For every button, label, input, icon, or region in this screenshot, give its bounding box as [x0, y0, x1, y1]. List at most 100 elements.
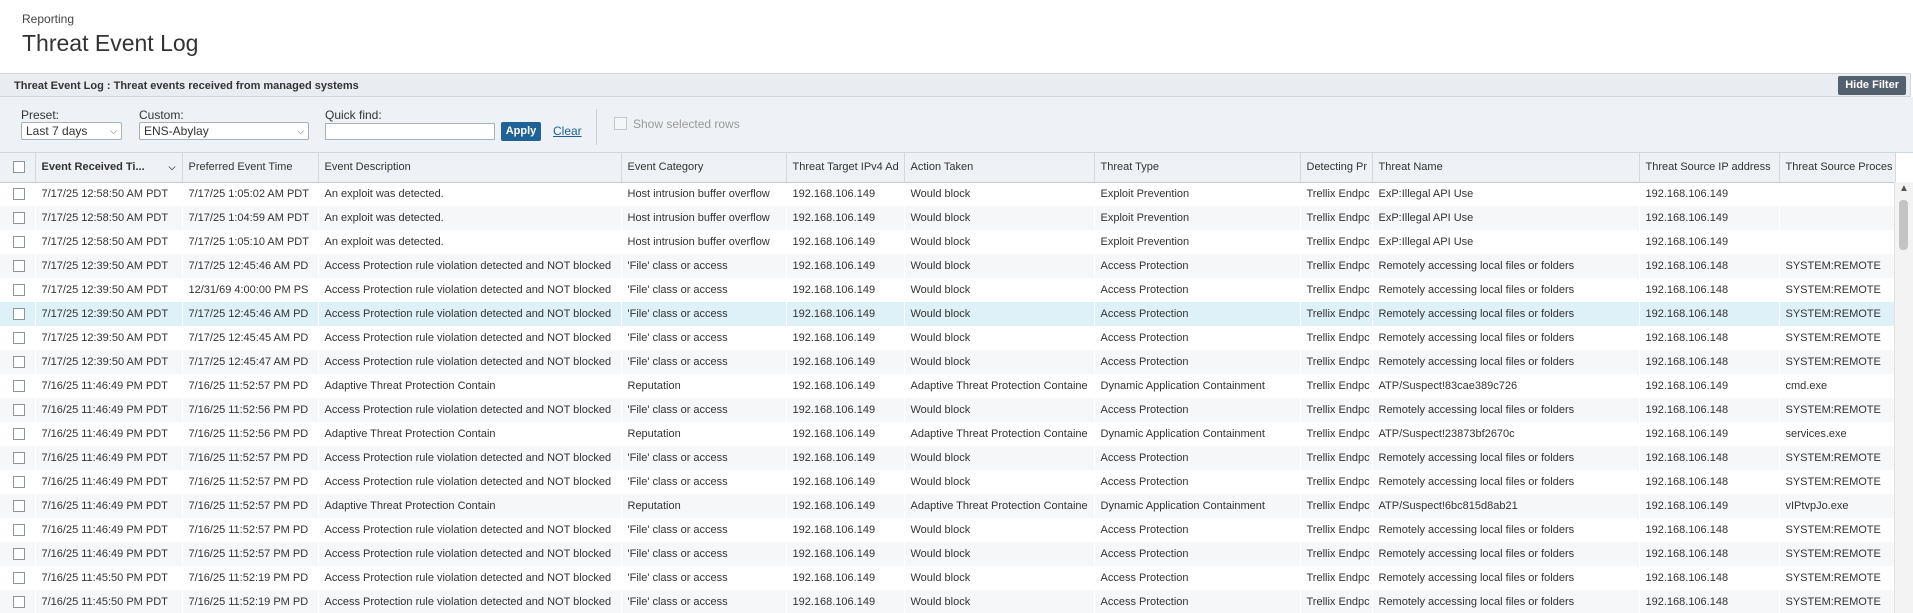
table-row[interactable]: 7/16/25 11:46:49 PM PDT 7/16/25 11:52:56 … — [0, 422, 1895, 446]
table-cell: Access Protection — [1094, 566, 1300, 590]
divider — [596, 109, 597, 145]
row-select-cell[interactable] — [0, 278, 35, 302]
column-header[interactable]: Threat Source Proces — [1779, 153, 1896, 183]
row-select-cell[interactable] — [0, 566, 35, 590]
table-row[interactable]: 7/16/25 11:46:49 PM PDT 7/16/25 11:52:57 … — [0, 542, 1895, 566]
row-checkbox[interactable] — [13, 284, 25, 297]
table-row[interactable]: 7/16/25 11:46:49 PM PDT 7/16/25 11:52:57 … — [0, 518, 1895, 542]
table-row[interactable]: 7/17/25 12:58:50 AM PDT 7/17/25 1:04:59 A… — [0, 206, 1895, 230]
show-selected-checkbox[interactable] — [614, 117, 627, 130]
custom-select[interactable]: ENS-Abylay ⌵ — [139, 122, 309, 140]
table-row[interactable]: 7/16/25 11:46:49 PM PDT 7/16/25 11:52:56 … — [0, 398, 1895, 422]
column-header[interactable]: Preferred Event Time — [182, 153, 319, 183]
table-row[interactable]: 7/17/25 12:39:50 AM PDT 7/17/25 12:45:46 … — [0, 254, 1895, 278]
column-header[interactable]: Action Taken — [904, 153, 1095, 183]
table-cell: 192.168.106.149 — [1639, 182, 1779, 206]
table-cell: Adaptive Threat Protection Contain — [318, 374, 621, 398]
show-selected-rows[interactable]: Show selected rows — [614, 117, 740, 131]
row-checkbox[interactable] — [13, 380, 25, 393]
row-checkbox[interactable] — [13, 260, 25, 273]
table-cell: ATP/Suspect!83cae389c726 — [1372, 374, 1639, 398]
row-select-cell[interactable] — [0, 446, 35, 470]
select-all-checkbox[interactable] — [13, 161, 25, 174]
row-select-cell[interactable] — [0, 254, 35, 278]
row-checkbox[interactable] — [13, 236, 25, 249]
table-cell: Access Protection rule violation detecte… — [318, 254, 621, 278]
table-cell: Access Protection rule violation detecte… — [318, 350, 621, 374]
table-cell: Access Protection rule violation detecte… — [318, 302, 621, 326]
arrow-up-icon[interactable]: ▲ — [1899, 183, 1909, 194]
row-select-cell[interactable] — [0, 302, 35, 326]
table-cell: Access Protection — [1094, 398, 1300, 422]
table-cell: 7/17/25 1:05:10 AM PDT — [182, 230, 318, 254]
table-row[interactable]: 7/17/25 12:39:50 AM PDT 7/17/25 12:45:47 … — [0, 350, 1895, 374]
row-checkbox[interactable] — [13, 524, 25, 537]
row-checkbox[interactable] — [13, 212, 25, 225]
table-row[interactable]: 7/17/25 12:39:50 AM PDT 7/17/25 12:45:45 … — [0, 326, 1895, 350]
row-select-cell[interactable] — [0, 350, 35, 374]
row-select-cell[interactable] — [0, 494, 35, 518]
quickfind-input[interactable] — [325, 123, 495, 140]
table-row[interactable]: 7/16/25 11:46:49 PM PDT 7/16/25 11:52:57 … — [0, 374, 1895, 398]
table-cell: 192.168.106.148 — [1639, 590, 1779, 613]
row-checkbox[interactable] — [13, 428, 25, 441]
row-select-cell[interactable] — [0, 326, 35, 350]
table-cell: 7/16/25 11:45:50 PM PDT — [35, 590, 182, 613]
table-cell: Reputation — [621, 422, 786, 446]
column-header[interactable]: Threat Source IP address — [1639, 153, 1780, 183]
row-select-cell[interactable] — [0, 470, 35, 494]
row-select-cell[interactable] — [0, 542, 35, 566]
row-checkbox[interactable] — [13, 188, 25, 201]
scroll-thumb[interactable] — [1899, 200, 1908, 250]
table-cell: Remotely accessing local files or folder… — [1372, 518, 1639, 542]
table-row[interactable]: 7/16/25 11:46:49 PM PDT 7/16/25 11:52:57 … — [0, 446, 1895, 470]
row-select-cell[interactable] — [0, 398, 35, 422]
table-row[interactable]: 7/16/25 11:46:49 PM PDT 7/16/25 11:52:57 … — [0, 494, 1895, 518]
preset-select[interactable]: Last 7 days ⌵ — [21, 122, 122, 140]
row-checkbox[interactable] — [13, 572, 25, 585]
row-checkbox[interactable] — [13, 548, 25, 561]
column-header[interactable]: Event Description — [318, 153, 622, 183]
vertical-scrollbar[interactable]: ▲ — [1894, 182, 1913, 613]
column-header[interactable]: Threat Type — [1094, 153, 1301, 183]
table-row[interactable]: 7/16/25 11:46:49 PM PDT 7/16/25 11:52:57 … — [0, 470, 1895, 494]
row-select-cell[interactable] — [0, 590, 35, 613]
row-checkbox[interactable] — [13, 356, 25, 369]
row-select-cell[interactable] — [0, 182, 35, 206]
table-cell: Access Protection — [1094, 446, 1300, 470]
breadcrumb[interactable]: Reporting — [22, 12, 74, 26]
row-checkbox[interactable] — [13, 476, 25, 489]
table-row[interactable]: 7/17/25 12:39:50 AM PDT 12/31/69 4:00:00 … — [0, 278, 1895, 302]
clear-link[interactable]: Clear — [553, 124, 582, 138]
column-header[interactable]: ⌵ Event Received Ti... — [35, 153, 183, 183]
row-checkbox[interactable] — [13, 596, 25, 609]
row-select-cell[interactable] — [0, 422, 35, 446]
hide-filter-button[interactable]: Hide Filter — [1838, 76, 1906, 95]
row-select-cell[interactable] — [0, 374, 35, 398]
column-header[interactable]: Event Category — [621, 153, 787, 183]
event-table: ⌵ Event Received Ti... Preferred Event Tim… — [0, 153, 1913, 613]
column-header[interactable]: Detecting Pr — [1300, 153, 1373, 183]
chevron-down-icon[interactable]: ⌵ — [169, 162, 176, 173]
column-header[interactable]: Threat Target IPv4 Ad — [786, 153, 905, 183]
table-cell: 7/16/25 11:52:56 PM PD — [182, 422, 318, 446]
apply-button[interactable]: Apply — [501, 122, 541, 141]
column-header[interactable]: Threat Name — [1372, 153, 1640, 183]
table-row[interactable]: 7/17/25 12:58:50 AM PDT 7/17/25 1:05:02 A… — [0, 182, 1895, 206]
table-row[interactable]: 7/17/25 12:39:50 AM PDT 7/17/25 12:45:46 … — [0, 302, 1895, 326]
table-row[interactable]: 7/16/25 11:45:50 PM PDT 7/16/25 11:52:19 … — [0, 566, 1895, 590]
row-checkbox[interactable] — [13, 332, 25, 345]
row-checkbox[interactable] — [13, 308, 25, 321]
row-select-cell[interactable] — [0, 518, 35, 542]
row-checkbox[interactable] — [13, 404, 25, 417]
row-checkbox[interactable] — [13, 452, 25, 465]
table-cell: Trellix Endpc — [1300, 566, 1372, 590]
table-row[interactable]: 7/17/25 12:58:50 AM PDT 7/17/25 1:05:10 A… — [0, 230, 1895, 254]
select-all-header[interactable] — [0, 153, 36, 183]
row-checkbox[interactable] — [13, 500, 25, 513]
row-select-cell[interactable] — [0, 230, 35, 254]
table-body: 7/17/25 12:58:50 AM PDT 7/17/25 1:05:02 A… — [0, 182, 1895, 613]
table-row[interactable]: 7/16/25 11:45:50 PM PDT 7/16/25 11:52:19 … — [0, 590, 1895, 613]
table-cell: 7/17/25 12:45:45 AM PD — [182, 326, 318, 350]
row-select-cell[interactable] — [0, 206, 35, 230]
